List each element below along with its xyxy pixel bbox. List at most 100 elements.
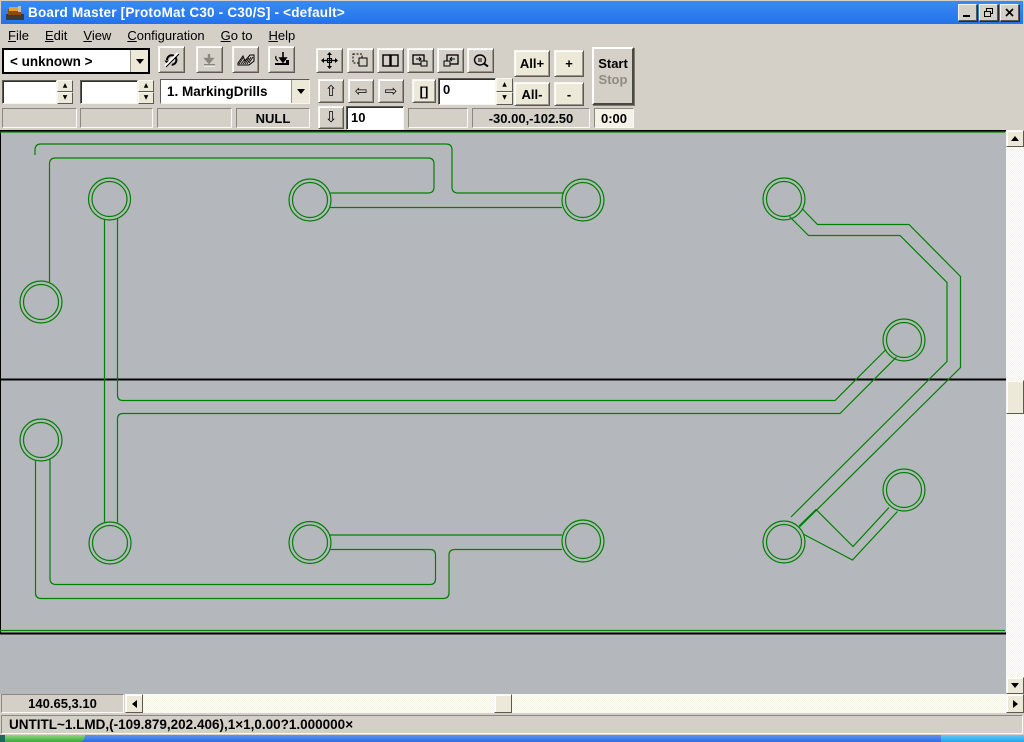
spin1-field[interactable] (2, 80, 57, 104)
minus-label: - (567, 87, 571, 102)
menu-item-configuration[interactable]: Configuration (119, 26, 212, 45)
horizontal-scroll-thumb[interactable] (494, 694, 512, 713)
chevron-down-icon (297, 89, 305, 98)
titlebar: Board Master [ProtoMat C30 - C30/S] - <d… (1, 1, 1023, 24)
plus-button[interactable]: + (554, 50, 584, 77)
spin2-spinner[interactable]: ▲ ▼ (138, 80, 154, 104)
restore-icon (984, 8, 993, 17)
menu-item-edit[interactable]: Edit (37, 26, 75, 45)
value-field[interactable]: 0 (438, 78, 496, 105)
all-minus-button[interactable]: All- (514, 82, 550, 106)
tool-combo-value: < unknown > (4, 54, 130, 69)
phase-combo-value: 1. MarkingDrills (161, 84, 291, 99)
window-title: Board Master [ProtoMat C30 - C30/S] - <d… (28, 5, 345, 20)
status-panel-2 (80, 108, 153, 128)
rotate-left-icon (442, 54, 459, 68)
restore-button[interactable] (979, 4, 998, 21)
pad-circle (763, 521, 805, 563)
pad-circle (20, 281, 62, 323)
vertical-scroll-thumb[interactable] (1006, 380, 1024, 414)
jog-right-button[interactable]: ⇨ (378, 79, 404, 103)
value-down-icon[interactable]: ▼ (496, 92, 513, 106)
tool-combo-dropdown[interactable] (130, 50, 148, 72)
start-label: Start (598, 56, 628, 71)
mirror-icon (382, 54, 399, 67)
rotate-right-button[interactable] (407, 48, 434, 73)
place-tool-button[interactable] (196, 46, 223, 73)
start-stop-button[interactable]: Start Stop (592, 47, 634, 105)
status-panel-3 (157, 108, 232, 128)
copy-selection-icon (352, 53, 369, 68)
pad-circle (562, 179, 604, 221)
pad-circle (767, 182, 802, 217)
left-arrow-icon: ⇦ (355, 84, 368, 99)
time-panel: 0:00 (594, 108, 634, 128)
mirror-button[interactable] (377, 48, 404, 73)
board-canvas[interactable] (0, 130, 1006, 694)
scroll-down-icon (1011, 683, 1019, 692)
close-button[interactable] (1000, 4, 1019, 21)
pad-circle (89, 522, 131, 564)
value-spinner[interactable]: ▲ ▼ (496, 78, 513, 105)
toolbar: < unknown > (0, 46, 1024, 130)
mill-button[interactable] (232, 46, 259, 73)
pad-circle (293, 525, 328, 560)
pad-circle (763, 178, 805, 220)
copy-selection-button[interactable] (347, 48, 374, 73)
menu-item-help[interactable]: Help (260, 26, 303, 45)
systray-edge (941, 735, 1024, 742)
spin1-spinner[interactable]: ▲ ▼ (57, 80, 73, 104)
pad-circle (767, 525, 802, 560)
pad-circle (566, 524, 601, 559)
rotate-left-button[interactable] (437, 48, 464, 73)
horizontal-scrollbar[interactable] (143, 694, 1006, 713)
menu-item-go-to[interactable]: Go to (213, 26, 261, 45)
scroll-right-button[interactable] (1006, 694, 1024, 713)
status-panel-5 (408, 108, 468, 128)
move-button[interactable] (316, 48, 343, 73)
spin1-up-icon[interactable]: ▲ (57, 80, 73, 92)
tool-combo[interactable]: < unknown > (2, 48, 150, 74)
menu-item-view[interactable]: View (75, 26, 119, 45)
all-plus-button[interactable]: All+ (514, 50, 550, 77)
phase-combo-dropdown[interactable] (291, 80, 309, 103)
minimize-icon (963, 8, 972, 17)
minimize-button[interactable] (958, 4, 977, 21)
board-svg (0, 130, 1006, 694)
start-button-edge[interactable] (5, 735, 85, 742)
spin2-up-icon[interactable]: ▲ (138, 80, 154, 92)
refresh-button[interactable] (158, 46, 185, 73)
pad-circle (562, 520, 604, 562)
scroll-left-button[interactable] (125, 694, 143, 713)
jog-down-button[interactable]: ⇩ (318, 106, 344, 129)
statusbar-text: UNTITL~1.LMD,(-109.879,202.406),1×1,0.00… (9, 717, 353, 732)
pad-circle (20, 419, 62, 461)
jog-left-button[interactable]: ⇦ (348, 79, 374, 103)
pad-circle (883, 469, 925, 511)
spin2-down-icon[interactable]: ▼ (138, 92, 154, 104)
phase-combo[interactable]: 1. MarkingDrills (160, 79, 310, 104)
spin2-field[interactable] (80, 80, 138, 104)
value-up-icon[interactable]: ▲ (496, 78, 513, 92)
pad-circle (293, 183, 328, 218)
zoom-button[interactable] (467, 48, 494, 73)
pad-circle (289, 179, 331, 221)
pad-circle (289, 522, 331, 564)
scroll-right-icon (1013, 700, 1022, 708)
tool-depth-button[interactable] (268, 46, 295, 73)
jog-up-button[interactable]: ⇧ (318, 79, 344, 103)
app-icon (6, 5, 24, 20)
step-field[interactable]: 10 (346, 106, 404, 130)
scroll-up-button[interactable] (1006, 130, 1024, 147)
scroll-down-button[interactable] (1006, 677, 1024, 694)
pad-circle (566, 183, 601, 218)
spin1-down-icon[interactable]: ▼ (57, 92, 73, 104)
taskbar-sliver (0, 735, 1024, 742)
position-panel: -30.00,-102.50 (472, 108, 590, 128)
vertical-scrollbar[interactable] (1006, 130, 1024, 694)
minus-button[interactable]: - (554, 82, 584, 106)
brackets-button[interactable]: [] (412, 79, 436, 103)
tool-status-panel: NULL (236, 108, 310, 128)
menu-item-file[interactable]: File (0, 26, 37, 45)
pad-circle (24, 285, 59, 320)
